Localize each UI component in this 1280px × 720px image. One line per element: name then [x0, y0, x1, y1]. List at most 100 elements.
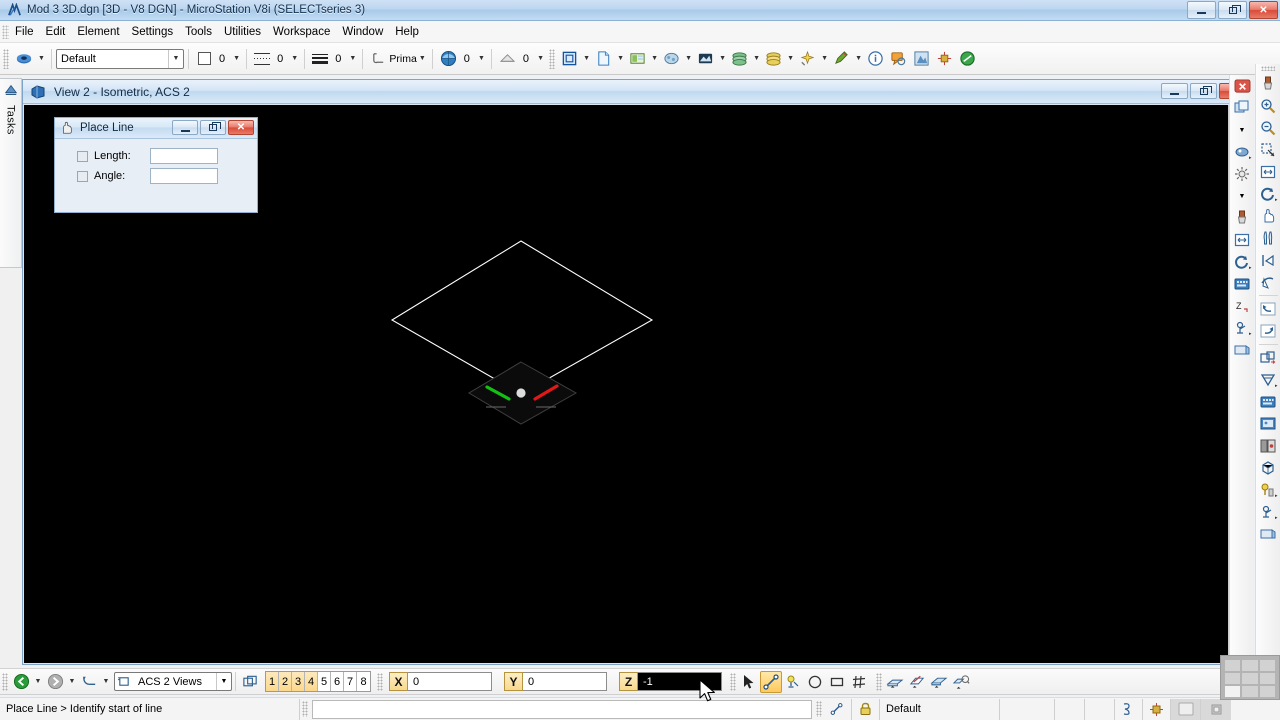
toolbar-grip-handle[interactable]	[3, 48, 9, 69]
view-previous-icon[interactable]	[10, 671, 32, 693]
view-toggle-2[interactable]: 2	[279, 672, 292, 691]
view-toggle-8[interactable]: 8	[357, 672, 370, 691]
windows-start-widget[interactable]	[1220, 655, 1280, 700]
z-axis-icon[interactable]: Z	[1231, 295, 1254, 317]
point-cloud-icon[interactable]	[660, 47, 683, 71]
savedviews-dropdown[interactable]: ▼	[819, 48, 830, 70]
menu-item-utilities[interactable]: Utilities	[218, 24, 267, 40]
angle-checkbox[interactable]	[77, 170, 88, 182]
light-icon[interactable]: ▸	[1257, 479, 1280, 501]
level-symbology-dropdown[interactable]: ▼	[36, 48, 47, 70]
transparency-dropdown[interactable]: ▼	[476, 48, 487, 70]
view-copy-icon[interactable]	[78, 671, 100, 693]
accudraw-grip-handle[interactable]	[2, 672, 8, 691]
paintbrush-icon[interactable]	[1231, 207, 1254, 229]
pointer-icon[interactable]	[738, 671, 760, 693]
midpoint-snap-icon[interactable]	[826, 671, 848, 693]
center-snap-icon[interactable]	[804, 671, 826, 693]
copy-view-icon[interactable]	[1231, 97, 1254, 119]
view-previous-arrow-icon[interactable]	[1257, 249, 1280, 271]
level-display-icon[interactable]	[1257, 413, 1280, 435]
models-dropdown[interactable]: ▼	[581, 48, 592, 70]
keyboard-icon[interactable]	[1231, 273, 1254, 295]
view-close-icon[interactable]	[1231, 75, 1254, 97]
z-axis-input[interactable]: -1	[638, 672, 722, 691]
fit-view-icon[interactable]	[1257, 161, 1280, 183]
display-style-icon[interactable]	[1257, 435, 1280, 457]
view-restore-button[interactable]	[1190, 83, 1217, 99]
menu-item-workspace[interactable]: Workspace	[267, 24, 336, 40]
model-properties-icon[interactable]	[950, 671, 972, 693]
render-view-icon[interactable]	[1231, 339, 1254, 361]
line-weight-icon[interactable]	[309, 47, 331, 71]
view-toggle-3[interactable]: 3	[292, 672, 305, 691]
walk-icon[interactable]	[1257, 227, 1280, 249]
length-checkbox[interactable]	[77, 150, 88, 162]
view-previous-dropdown[interactable]: ▼	[32, 672, 44, 692]
redo-view-icon[interactable]	[1257, 320, 1280, 342]
raster-dropdown[interactable]: ▼	[649, 48, 660, 70]
undo-view-icon[interactable]	[1257, 298, 1280, 320]
leveldisp-dropdown[interactable]: ▼	[785, 48, 796, 70]
view-copy-dropdown[interactable]: ▼	[100, 672, 112, 692]
level-display-icon[interactable]	[762, 47, 785, 71]
active-level-combo[interactable]: Default ▼	[56, 48, 184, 69]
accudraw-grip-handle-4[interactable]	[876, 672, 882, 691]
transparency-icon[interactable]	[437, 47, 460, 71]
camera-icon[interactable]: ▸	[1231, 317, 1254, 339]
level-symbology-icon[interactable]	[12, 47, 36, 71]
display-priority-icon[interactable]	[496, 47, 519, 71]
intersection-snap-icon[interactable]	[848, 671, 870, 693]
dialog-restore-button[interactable]	[200, 120, 226, 135]
pointcloud-dropdown[interactable]: ▼	[683, 48, 694, 70]
raster-manager-icon[interactable]	[626, 47, 649, 71]
minimize-button[interactable]	[1187, 1, 1216, 19]
menu-item-element[interactable]: Element	[71, 24, 125, 40]
angle-input[interactable]	[150, 168, 218, 184]
view-next-arrow-icon[interactable]	[1257, 271, 1280, 293]
chevron-down-icon[interactable]: ▼	[168, 49, 183, 68]
models-icon[interactable]	[558, 47, 581, 71]
locks-icon[interactable]	[852, 698, 880, 720]
status-input-box[interactable]	[312, 699, 812, 719]
levelmgr-dropdown[interactable]: ▼	[751, 48, 762, 70]
restore-button[interactable]	[1218, 1, 1247, 19]
perspective-icon[interactable]	[1257, 457, 1280, 479]
view-toggle-4[interactable]: 4	[305, 672, 318, 691]
level-manager-icon[interactable]	[728, 47, 751, 71]
rights-dropdown[interactable]: ▼	[717, 48, 728, 70]
fit-view-icon[interactable]	[1231, 229, 1254, 251]
zoom-out-icon[interactable]	[1257, 117, 1280, 139]
nearest-snap-icon[interactable]	[782, 671, 804, 693]
toolbar-grip-handle-2[interactable]	[549, 48, 556, 69]
y-axis-input[interactable]: 0	[523, 672, 607, 691]
color-dropdown[interactable]: ▼	[231, 48, 242, 70]
keypoint-snap-icon[interactable]	[760, 670, 782, 693]
view-minimize-button[interactable]	[1161, 83, 1188, 99]
accudraw-grip-handle-3[interactable]	[730, 672, 736, 691]
copy-view-icon[interactable]	[1257, 347, 1280, 369]
line-style-icon[interactable]	[251, 47, 273, 71]
dialog-close-button[interactable]: ✕	[228, 120, 254, 135]
menu-item-window[interactable]: Window	[336, 24, 389, 40]
priority-dropdown[interactable]: ▼	[535, 48, 546, 70]
illumination-icon[interactable]	[1231, 163, 1254, 185]
element-info-icon[interactable]	[864, 47, 887, 71]
element-class-icon[interactable]	[367, 47, 389, 71]
x-axis-input[interactable]: 0	[408, 672, 492, 691]
markups-dropdown[interactable]: ▼	[853, 48, 864, 70]
markups-icon[interactable]	[830, 47, 853, 71]
element-locks-icon[interactable]	[884, 671, 906, 693]
chevron-down-icon[interactable]: ▼	[216, 673, 231, 690]
view-attributes-icon[interactable]	[928, 671, 950, 693]
view-toggle-5[interactable]: 5	[318, 672, 331, 691]
length-input[interactable]	[150, 148, 218, 164]
statusbar-grip-2[interactable]	[816, 701, 822, 717]
view-toggle-7[interactable]: 7	[344, 672, 357, 691]
place-line-dialog-title-bar[interactable]: Place Line ✕	[55, 118, 257, 139]
render-view-icon[interactable]	[1257, 523, 1280, 545]
trash-icon[interactable]	[1201, 698, 1231, 720]
keyboard-icon[interactable]	[1257, 391, 1280, 413]
menu-item-file[interactable]: File	[9, 24, 40, 40]
paintbrush-icon[interactable]	[1257, 73, 1280, 95]
